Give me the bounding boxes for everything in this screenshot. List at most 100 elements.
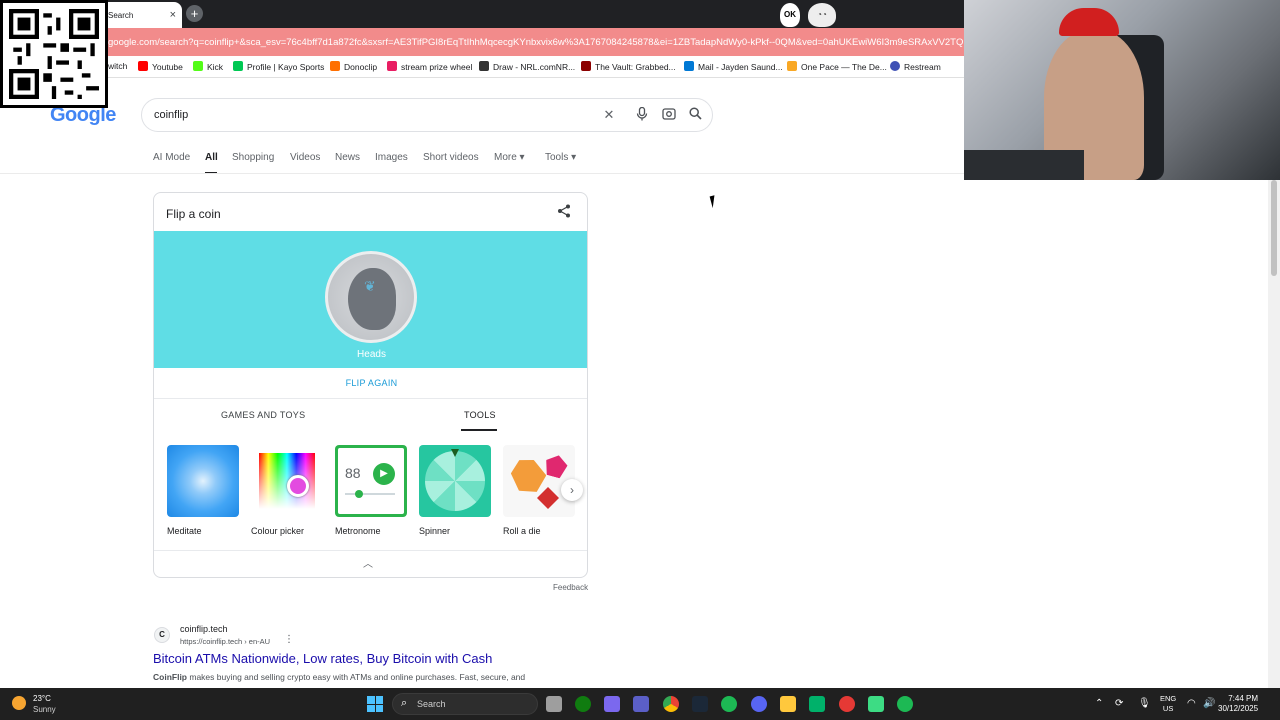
tab-videos[interactable]: Videos (290, 152, 320, 163)
tab-games-and-toys[interactable]: GAMES AND TOYS (221, 410, 305, 420)
tab-more[interactable]: More ▾ (494, 152, 525, 163)
search-box[interactable]: coinflip ✕ (141, 98, 713, 132)
coin-area[interactable]: ❦ Heads (154, 231, 587, 368)
volume-icon[interactable]: 🔊 (1203, 698, 1215, 709)
result-title-link[interactable]: Bitcoin ATMs Nationwide, Low rates, Buy … (153, 651, 492, 666)
chevron-up-icon[interactable]: ︿ (363, 555, 373, 570)
result-url[interactable]: https://coinflip.tech › en-AU (180, 637, 270, 646)
bookmark-item[interactable]: One Pace — The De... (787, 61, 887, 72)
tool-spinner[interactable]: Spinner (419, 445, 491, 536)
language-indicator[interactable]: ENG US (1160, 694, 1176, 714)
discord-icon[interactable] (751, 696, 767, 712)
tab-short-videos[interactable]: Short videos (423, 152, 479, 163)
wifi-icon[interactable]: ◠ (1187, 698, 1196, 709)
youtube-icon (138, 61, 148, 71)
qr-code-overlay (0, 0, 108, 108)
tool-label: Spinner (419, 526, 451, 536)
bookmark-item[interactable]: Youtube (138, 61, 183, 72)
new-tab-button[interactable]: + (186, 5, 203, 22)
chevron-up-icon[interactable]: ⌃ (1095, 698, 1103, 709)
page-scrollbar[interactable] (1268, 180, 1280, 688)
bookmark-item[interactable]: Donoclip (330, 61, 377, 72)
result-favicon-icon[interactable]: C (154, 627, 170, 643)
spotify-icon-secondary[interactable] (897, 696, 913, 712)
clock-date: 30/12/2025 (1218, 704, 1259, 713)
bookmark-item[interactable]: Kick (193, 61, 223, 72)
teams-icon[interactable] (633, 696, 649, 712)
result-site-name[interactable]: coinflip.tech (180, 624, 228, 634)
url-text: google.com/search?q=coinflip+&sca_esv=76… (108, 37, 966, 48)
ok-emote-badge: OK (780, 3, 800, 27)
bookmark-item[interactable]: Mail - Jayden Saund... (684, 61, 783, 72)
flip-again-button[interactable]: FLIP AGAIN (154, 378, 587, 388)
tab-all[interactable]: All (205, 152, 218, 163)
feedback-link[interactable]: Feedback (553, 583, 588, 592)
taskbar-search[interactable]: ⌕ Search (392, 693, 538, 715)
sun-icon[interactable] (12, 696, 26, 710)
share-icon[interactable] (557, 204, 571, 221)
tool-metronome[interactable]: 88 ▶ Metronome (335, 445, 407, 536)
qr-code-icon (9, 9, 99, 99)
tab-news[interactable]: News (335, 152, 360, 163)
mouse-cursor-icon (709, 193, 723, 209)
carousel-next-icon[interactable]: › (561, 479, 583, 501)
coin-heads-icon[interactable]: ❦ (325, 251, 417, 343)
tool-colour-picker[interactable]: Colour picker (251, 445, 323, 536)
header-divider (0, 173, 964, 174)
steam-icon[interactable] (692, 696, 708, 712)
app-icon[interactable] (809, 696, 825, 712)
task-view-icon[interactable] (546, 696, 562, 712)
bookmark-item[interactable]: Draw - NRL.comNR... (479, 61, 575, 72)
bookmark-label: Mail - Jayden Saund... (698, 62, 783, 72)
weather-temperature[interactable]: 23°C (33, 694, 51, 703)
file-explorer-icon[interactable] (780, 696, 796, 712)
xbox-icon[interactable] (575, 696, 591, 712)
sync-icon[interactable]: ⟳ (1115, 698, 1123, 709)
tab-images[interactable]: Images (375, 152, 408, 163)
microphone-icon[interactable] (634, 106, 650, 123)
metronome-bpm: 88 (345, 465, 361, 481)
bookmark-item[interactable]: Restream (890, 61, 941, 72)
tab-close-icon[interactable]: × (170, 9, 176, 21)
search-icon[interactable] (687, 107, 703, 123)
tab-shopping[interactable]: Shopping (232, 152, 274, 163)
camera-lens-icon[interactable] (661, 107, 677, 123)
bookmark-item[interactable]: The Vault: Grabbed... (581, 61, 676, 72)
snippet-bold: CoinFlip (153, 672, 187, 682)
app-green-icon[interactable] (868, 696, 884, 712)
tool-meditate[interactable]: Meditate (167, 445, 239, 536)
copilot-icon[interactable] (604, 696, 620, 712)
tab-ai-mode[interactable]: AI Mode (153, 152, 190, 163)
bookmark-label: The Vault: Grabbed... (595, 62, 676, 72)
result-snippet: CoinFlip makes buying and selling crypto… (153, 672, 525, 682)
kebab-menu-icon[interactable]: ⋮ (284, 634, 294, 645)
browser-tab-search[interactable]: Search × (100, 2, 182, 28)
tab-tools-card[interactable]: TOOLS (464, 410, 496, 420)
webcam-overlay (964, 0, 1280, 180)
bookmark-label: Profile | Kayo Sports (247, 62, 325, 72)
spotify-icon[interactable] (721, 696, 737, 712)
app-red-icon[interactable] (839, 696, 855, 712)
leaf-icon: ❦ (364, 278, 376, 294)
microphone-icon[interactable]: 🎙 (1138, 698, 1151, 709)
tool-label: Metronome (335, 526, 381, 536)
scrollbar-thumb[interactable] (1271, 180, 1277, 276)
bookmark-item[interactable]: witch (108, 61, 127, 71)
region-code: US (1162, 704, 1174, 713)
system-clock[interactable]: 7:44 PM 30/12/2025 (1218, 694, 1258, 714)
weather-condition[interactable]: Sunny (33, 705, 56, 714)
chrome-icon[interactable] (663, 696, 679, 712)
search-icon: ⌕ (401, 697, 408, 709)
bookmark-item[interactable]: stream prize wheel (387, 61, 472, 72)
windows-start-icon[interactable] (367, 696, 383, 712)
restream-icon (890, 61, 900, 71)
bookmark-item[interactable]: Profile | Kayo Sports (233, 61, 324, 72)
snippet-text: makes buying and selling crypto easy wit… (187, 672, 526, 682)
search-input[interactable]: coinflip (154, 109, 188, 121)
card-tab-indicator (461, 429, 497, 431)
card-divider-bottom (154, 550, 587, 551)
tab-tools[interactable]: Tools ▾ (545, 152, 576, 163)
clear-icon[interactable]: ✕ (601, 107, 617, 123)
mail-icon (684, 61, 694, 71)
bookmark-label: Youtube (152, 62, 183, 72)
